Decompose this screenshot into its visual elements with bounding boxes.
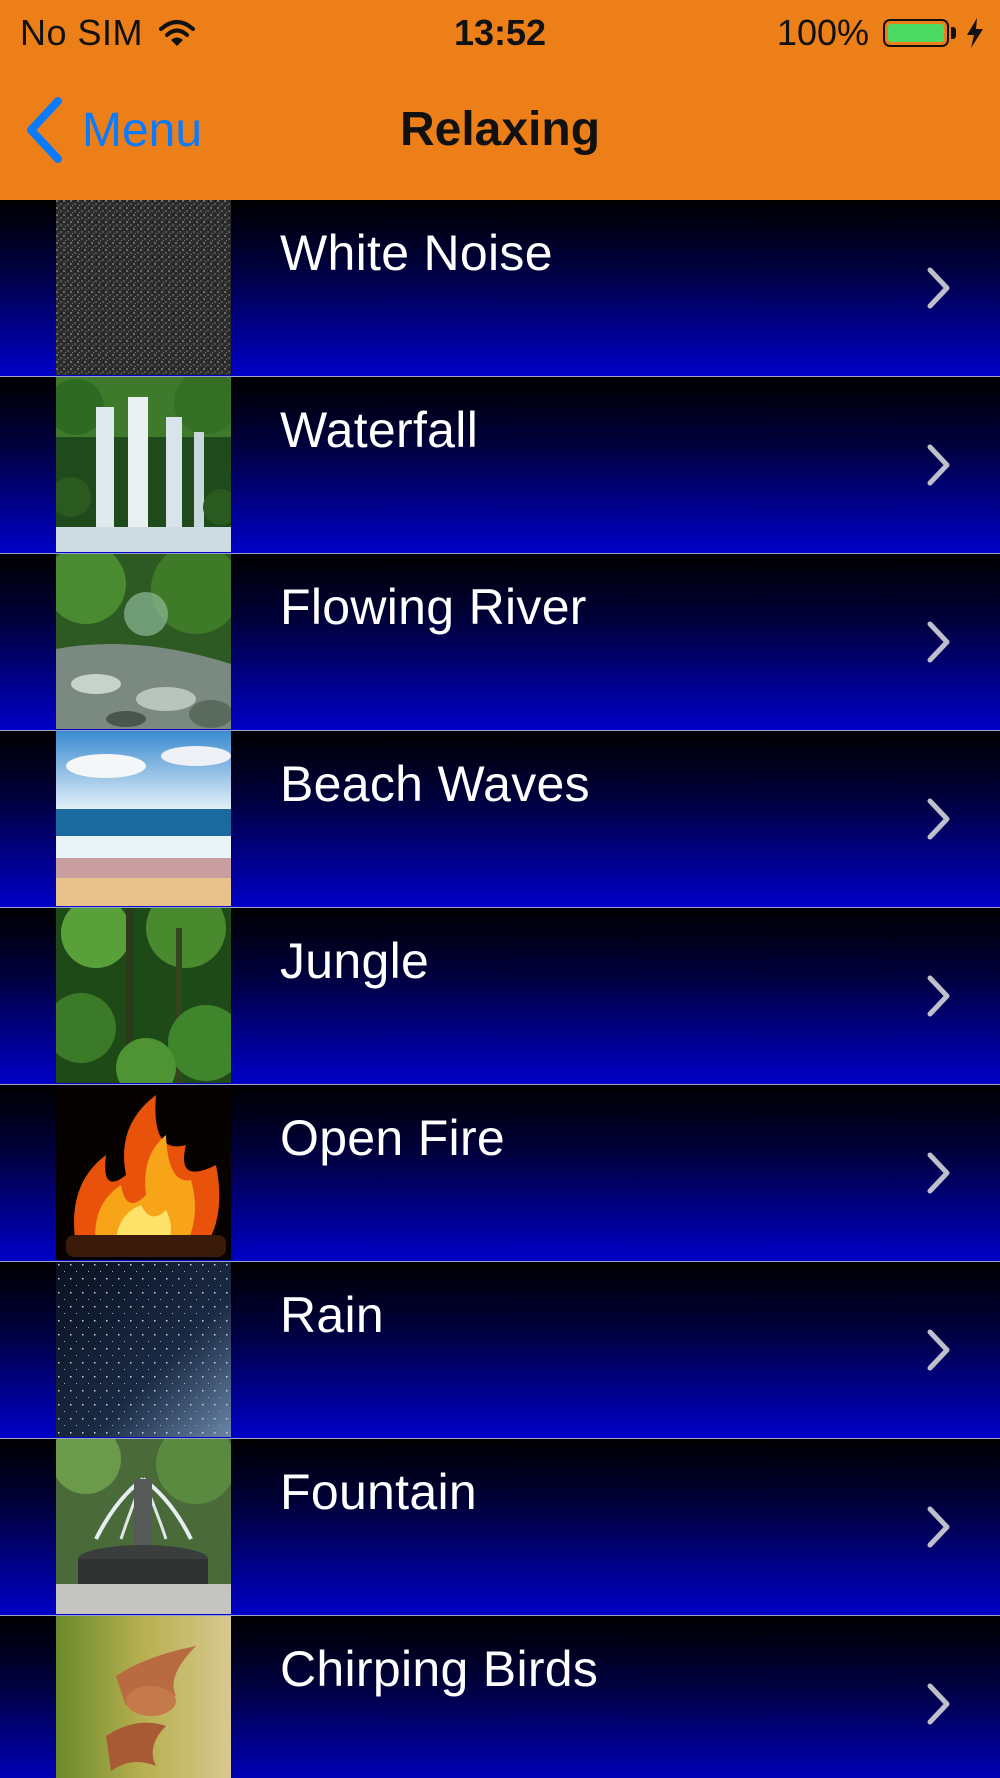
chevron-right-icon bbox=[927, 1152, 950, 1194]
list-item-label: Jungle bbox=[280, 933, 430, 989]
list-item-label: Waterfall bbox=[280, 402, 479, 458]
fountain-thumbnail bbox=[56, 1439, 231, 1614]
flowing-river-thumbnail bbox=[56, 554, 231, 729]
list-item-label: Flowing River bbox=[280, 579, 587, 635]
list-item-label: Rain bbox=[280, 1287, 385, 1343]
list-item[interactable]: White Noise bbox=[0, 200, 1000, 377]
chevron-right-icon bbox=[927, 1329, 950, 1371]
list-item[interactable]: Waterfall bbox=[0, 377, 1000, 554]
battery-icon bbox=[883, 19, 949, 47]
chevron-right-icon bbox=[927, 267, 950, 309]
page-title: Relaxing bbox=[399, 103, 601, 156]
chirping-birds-thumbnail bbox=[56, 1616, 231, 1778]
jungle-thumbnail bbox=[56, 908, 231, 1083]
chevron-right-icon bbox=[927, 444, 950, 486]
beach-waves-thumbnail bbox=[56, 731, 231, 906]
list-item-label: Beach Waves bbox=[280, 756, 590, 812]
list-item[interactable]: Flowing River bbox=[0, 554, 1000, 731]
sound-list: White Noise Waterfall Flowing River Beac… bbox=[0, 200, 1000, 1778]
list-item-label: Chirping Birds bbox=[280, 1641, 599, 1697]
waterfall-thumbnail bbox=[56, 377, 231, 552]
list-item-label: White Noise bbox=[280, 225, 553, 281]
chevron-right-icon bbox=[927, 798, 950, 840]
list-item[interactable]: Chirping Birds bbox=[0, 1616, 1000, 1778]
header: No SIM 13:52 100% Menu Relaxing bbox=[0, 0, 1000, 200]
white-noise-thumbnail bbox=[56, 200, 231, 375]
list-item[interactable]: Fountain bbox=[0, 1439, 1000, 1616]
rain-thumbnail bbox=[56, 1262, 231, 1437]
list-item[interactable]: Rain bbox=[0, 1262, 1000, 1439]
charging-bolt-icon bbox=[967, 18, 983, 48]
status-bar: No SIM 13:52 100% bbox=[0, 0, 1000, 64]
chevron-right-icon bbox=[927, 1506, 950, 1548]
chevron-right-icon bbox=[927, 1683, 950, 1725]
list-item-label: Open Fire bbox=[280, 1110, 506, 1166]
list-item[interactable]: Open Fire bbox=[0, 1085, 1000, 1262]
navigation-bar: Menu Relaxing bbox=[0, 64, 1000, 200]
list-item-label: Fountain bbox=[280, 1464, 477, 1520]
open-fire-thumbnail bbox=[56, 1085, 231, 1260]
battery-percent: 100% bbox=[776, 12, 869, 53]
list-item[interactable]: Beach Waves bbox=[0, 731, 1000, 908]
chevron-right-icon bbox=[927, 621, 950, 663]
chevron-right-icon bbox=[927, 975, 950, 1017]
list-item[interactable]: Jungle bbox=[0, 908, 1000, 1085]
